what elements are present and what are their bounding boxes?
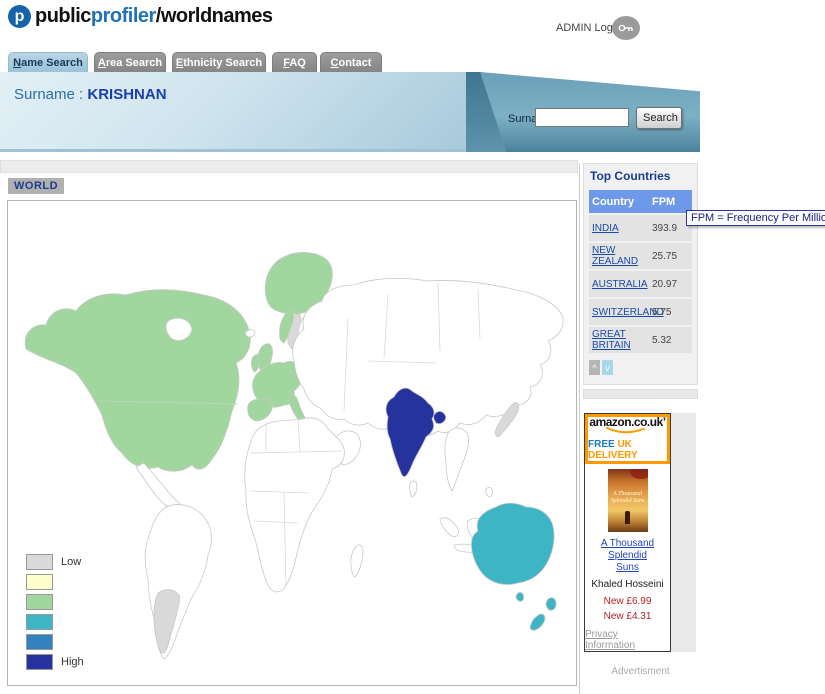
tab-ethnicity-search[interactable]: Ethnicity Search (172, 52, 266, 72)
table-row: AUSTRALIA 20.97 (589, 271, 692, 297)
map-hudson-bay (166, 318, 192, 340)
map-new-zealand-north (546, 598, 556, 611)
surname-heading: Surname : KRISHNAN (14, 86, 167, 103)
tab-name-search[interactable]: Name Search (8, 52, 88, 72)
table-row: INDIA 393.9 (589, 215, 692, 241)
country-link-great-britain[interactable]: GREAT BRITAIN (592, 329, 631, 351)
map-sri-lanka (409, 481, 416, 497)
search-button[interactable]: Search (636, 107, 682, 129)
key-icon (618, 22, 634, 34)
book-author: Khaled Hosseini (591, 579, 663, 590)
table-row: GREAT BRITAIN 5.32 (589, 327, 692, 353)
surname-value: KRISHNAN (87, 86, 166, 103)
amazon-ad[interactable]: amazon.co.ukʼ FREE UK DELIVERY A Thousan… (584, 413, 671, 652)
advertisement-label: Advertisment (583, 666, 698, 677)
logo-bubble-icon: p (8, 5, 31, 28)
fpm-value: 20.97 (652, 279, 692, 290)
book-cover-foliage (630, 469, 648, 479)
book-price-new: New £6.99 (604, 596, 652, 607)
map-south-america (145, 505, 211, 659)
map-indochina (445, 428, 469, 491)
amazon-logo: amazon.co.ukʼ (589, 417, 665, 427)
book-title-link[interactable]: A Thousand SplendidSuns (585, 538, 670, 574)
top-countries-table: Country FPM INDIA 393.9 NEW ZEALAND 25.7… (589, 190, 692, 353)
map-philippines (486, 487, 493, 496)
world-map-container: Low High (7, 200, 577, 686)
site-logo[interactable]: p publicprofiler/worldnames (8, 5, 273, 28)
logo-worldnames: /worldnames (156, 5, 273, 27)
ad-side-strip (671, 413, 696, 652)
legend-item-4 (26, 613, 84, 630)
column-header-fpm[interactable]: FPM (652, 196, 692, 208)
pager-up-button[interactable]: ^ (589, 360, 600, 375)
legend-item-3 (26, 593, 84, 610)
legend-swatch-green (26, 594, 53, 610)
tab-area-search[interactable]: Area Search (94, 52, 166, 72)
logo-profiler: profiler (91, 5, 156, 27)
legend-high-label: High (61, 656, 84, 668)
legend-item-low: Low (26, 553, 84, 570)
legend-swatch-yellow (26, 574, 53, 590)
map-spain (248, 398, 273, 421)
tab-faq[interactable]: FAQ (272, 52, 317, 72)
legend-low-label: Low (61, 556, 81, 568)
legend-item-2 (26, 573, 84, 590)
legend-item-high: High (26, 653, 84, 670)
column-header-country: Country (589, 196, 652, 208)
fpm-tooltip: FPM = Frequency Per Million (686, 210, 825, 226)
surname-input[interactable] (535, 108, 629, 127)
legend-item-5 (26, 633, 84, 650)
country-link-australia[interactable]: AUSTRALIA (592, 279, 648, 290)
tab-contact[interactable]: Contact (320, 52, 382, 72)
fpm-value: 5.32 (652, 335, 692, 346)
map-north-america (25, 290, 250, 472)
map-australia (471, 503, 554, 584)
logo-public: public (35, 5, 91, 27)
logo-text: publicprofiler/worldnames (35, 5, 273, 28)
book-cover-figure (625, 511, 630, 524)
table-header-row: Country FPM (589, 190, 692, 213)
map-sumatra (440, 518, 459, 537)
free-delivery-text: FREE UK DELIVERY (588, 439, 667, 461)
map-india (386, 388, 434, 477)
book-cover-image[interactable]: A Thousand Splendid Suns (608, 469, 648, 532)
country-link-india[interactable]: INDIA (592, 223, 619, 234)
vertical-divider (579, 163, 580, 694)
amazon-ad-header: amazon.co.ukʼ FREE UK DELIVERY (585, 414, 670, 464)
pager-down-button[interactable]: v (602, 360, 613, 375)
top-countries-title: Top Countries (590, 169, 670, 183)
amazon-smile-icon (603, 427, 653, 435)
map-new-zealand-south (530, 614, 545, 630)
privacy-information-link[interactable]: Privacy Information (585, 629, 670, 651)
sidebar-divider-bar (583, 389, 698, 399)
table-pager: ^ v (589, 360, 613, 375)
admin-login-button[interactable] (612, 16, 640, 40)
legend-swatch-blue (26, 634, 53, 650)
map-madagascar (351, 545, 363, 577)
world-choropleth-map[interactable] (8, 201, 576, 685)
table-row: NEW ZEALAND 25.75 (589, 243, 692, 269)
book-cover-title: A Thousand Splendid Suns (608, 491, 648, 505)
world-region-tag[interactable]: WORLD (8, 178, 64, 194)
legend-swatch-teal (26, 614, 53, 630)
map-tasmania (516, 592, 524, 601)
table-row: SWITZERLAND 5.75 (589, 299, 692, 325)
horizontal-divider-bar (0, 160, 578, 173)
legend-swatch-gray (26, 554, 53, 570)
fpm-value: 5.75 (652, 307, 692, 318)
map-legend: Low High (26, 553, 84, 670)
map-africa (245, 418, 345, 592)
fpm-value: 25.75 (652, 251, 692, 262)
legend-swatch-navy (26, 654, 53, 670)
map-india-northeast (434, 411, 446, 423)
book-price-used: New £4.31 (604, 611, 652, 622)
country-link-new-zealand[interactable]: NEW ZEALAND (592, 245, 638, 267)
banner-light-area (0, 72, 466, 152)
